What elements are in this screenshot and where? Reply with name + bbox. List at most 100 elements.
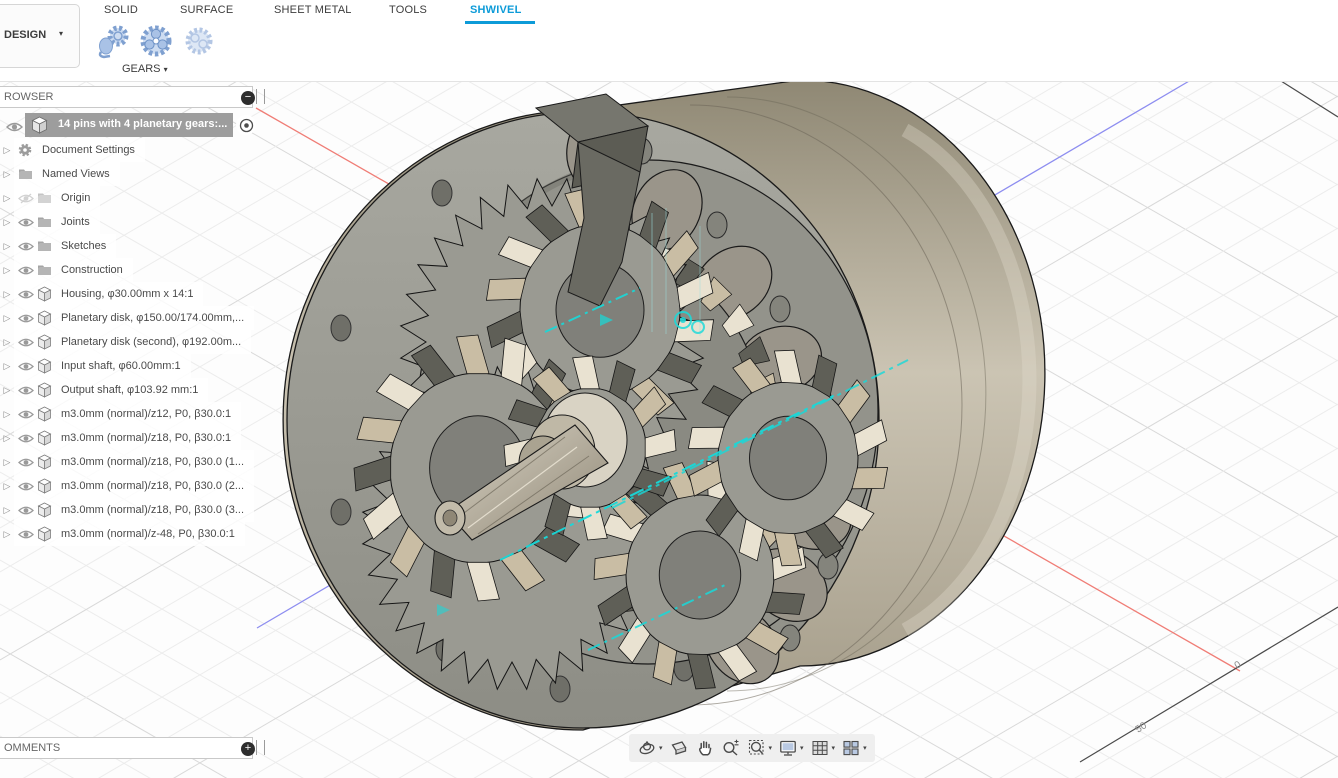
display-settings-tool[interactable]: ▾ [775, 736, 807, 760]
browser-item-label: m3.0mm (normal)/z18, P0, β30.0 (2... [61, 480, 244, 492]
browser-item-m3-0mm-normal-z-48-p0-30-0-1[interactable]: ▷ m3.0mm (normal)/z-48, P0, β30.0:1 [0, 522, 245, 546]
expand-arrow-icon[interactable]: ▷ [0, 361, 14, 372]
visibility-eye-icon[interactable] [5, 120, 24, 138]
visibility-eye-icon[interactable] [18, 313, 37, 324]
browser-item-output-shaft-103-92-mm-1[interactable]: ▷ Output shaft, φ103.92 mm:1 [0, 378, 209, 402]
visibility-eye-icon[interactable] [18, 193, 37, 204]
worm-gear-icon[interactable] [95, 22, 131, 65]
pan-icon [698, 741, 711, 756]
browser-item-m3-0mm-normal-z12-p0-30-0-1[interactable]: ▷ m3.0mm (normal)/z12, P0, β30.0:1 [0, 402, 242, 426]
expand-arrow-icon[interactable]: ▷ [0, 313, 14, 324]
row-strip: m3.0mm (normal)/z12, P0, β30.0:1 [14, 402, 242, 426]
visibility-eye-icon[interactable] [18, 265, 37, 276]
browser-item-construction[interactable]: ▷ Construction [0, 258, 133, 282]
browser-item-planetary-disk-150-00-174-00mm[interactable]: ▷ Planetary disk, φ150.00/174.00mm,... [0, 306, 255, 330]
browser-drag-grip[interactable] [256, 89, 265, 104]
browser-item-m3-0mm-normal-z18-p0-30-0-2[interactable]: ▷ m3.0mm (normal)/z18, P0, β30.0 (2... [0, 474, 254, 498]
expand-arrow-icon[interactable]: ▷ [0, 193, 14, 204]
expand-arrow-icon[interactable]: ▷ [0, 481, 14, 492]
viewports-tool[interactable]: ▾ [838, 736, 870, 760]
row-strip: m3.0mm (normal)/z18, P0, β30.0 (1... [14, 450, 254, 474]
tab-sheet-metal[interactable]: SHEET METAL [274, 4, 352, 16]
visibility-eye-icon[interactable] [18, 289, 37, 300]
expand-arrow-icon[interactable]: ▷ [0, 505, 14, 516]
view-navigation-toolbar: ▾ ▾ ▾ ▾ ▾ [629, 734, 875, 762]
browser-item-named-views[interactable]: ▷ Named Views [0, 162, 120, 186]
browser-item-housing-30-00mm-x-14-1[interactable]: ▷ Housing, φ30.00mm x 14:1 [0, 282, 204, 306]
zoom-window-tool[interactable]: ▾ [744, 736, 776, 760]
row-strip: Output shaft, φ103.92 mm:1 [14, 378, 209, 402]
visibility-eye-icon[interactable] [18, 457, 37, 468]
body-icon [37, 430, 56, 446]
browser-item-input-shaft-60-00mm-1[interactable]: ▷ Input shaft, φ60.00mm:1 [0, 354, 191, 378]
expand-arrow-icon[interactable]: ▷ [0, 169, 14, 180]
design-menu-button[interactable]: DESIGN ▾ [0, 4, 80, 68]
expand-arrow-icon[interactable]: ▷ [0, 433, 14, 444]
body-icon [37, 382, 56, 398]
expand-arrow-icon[interactable]: ▷ [0, 241, 14, 252]
comments-panel: OMMENTS + [0, 737, 270, 759]
visibility-eye-icon[interactable] [18, 481, 37, 492]
expand-arrow-icon[interactable]: ▷ [0, 385, 14, 396]
browser-item-label: Joints [61, 216, 90, 228]
visibility-eye-icon[interactable] [18, 337, 37, 348]
model-planetary-gearbox[interactable] [282, 79, 1046, 731]
expand-arrow-icon[interactable]: ▷ [0, 409, 14, 420]
zoom-tool[interactable] [718, 736, 744, 760]
visibility-eye-icon[interactable] [18, 433, 37, 444]
browser-item-m3-0mm-normal-z18-p0-30-0-1[interactable]: ▷ m3.0mm (normal)/z18, P0, β30.0 (1... [0, 450, 254, 474]
tab-tools[interactable]: TOOLS [389, 4, 427, 16]
visibility-eye-icon[interactable] [18, 361, 37, 372]
viewports-icon [843, 740, 859, 756]
root-component-name: 14 pins with 4 planetary gears:... [58, 118, 228, 130]
browser-item-m3-0mm-normal-z18-p0-30-0-3[interactable]: ▷ m3.0mm (normal)/z18, P0, β30.0 (3... [0, 498, 254, 522]
planetary-gear-icon[interactable] [137, 22, 175, 65]
expand-arrow-icon[interactable]: ▷ [0, 289, 14, 300]
component-cube-icon [30, 116, 49, 140]
visibility-eye-icon[interactable] [18, 217, 37, 228]
body-icon [37, 406, 56, 422]
browser-item-document-settings[interactable]: ▷ Document Settings [0, 138, 145, 162]
visibility-eye-icon[interactable] [18, 529, 37, 540]
folder-icon [18, 168, 37, 180]
visibility-eye-icon[interactable] [18, 505, 37, 516]
body-icon [37, 310, 56, 326]
browser-item-label: Construction [61, 264, 123, 276]
chevron-down-icon: ▾ [863, 745, 867, 752]
tab-surface[interactable]: SURFACE [180, 4, 233, 16]
browser-item-planetary-disk-second-192-00m[interactable]: ▷ Planetary disk (second), φ192.00m... [0, 330, 252, 354]
orbit-tool[interactable]: ▾ [634, 736, 666, 760]
gear-cluster-icon[interactable] [182, 24, 216, 63]
expand-arrow-icon[interactable]: ▷ [0, 217, 14, 228]
folder-icon [37, 264, 56, 276]
browser-item-sketches[interactable]: ▷ Sketches [0, 234, 117, 258]
tab-solid[interactable]: SOLID [104, 4, 138, 16]
visibility-eye-icon[interactable] [18, 409, 37, 420]
activate-component-radio[interactable] [236, 115, 256, 135]
add-comment-button[interactable]: + [241, 742, 255, 756]
row-strip: Named Views [14, 162, 120, 186]
expand-arrow-icon[interactable]: ▷ [0, 457, 14, 468]
browser-item-label: Planetary disk (second), φ192.00m... [61, 336, 242, 348]
gears-dropdown[interactable]: GEARS ▾ [122, 63, 168, 75]
row-strip: Joints [14, 210, 100, 234]
zoom-icon [723, 739, 739, 756]
expand-arrow-icon[interactable]: ▷ [0, 529, 14, 540]
look-at-tool[interactable] [666, 736, 692, 760]
comments-drag-grip[interactable] [256, 740, 265, 755]
tab-shwivel[interactable]: SHWIVEL [470, 4, 522, 16]
visibility-eye-icon[interactable] [18, 385, 37, 396]
pan-tool[interactable] [692, 736, 718, 760]
browser-item-joints[interactable]: ▷ Joints [0, 210, 100, 234]
browser-root-component[interactable]: 14 pins with 4 planetary gears:... [0, 113, 262, 137]
collapse-browser-button[interactable]: − [241, 91, 255, 105]
visibility-eye-icon[interactable] [18, 241, 37, 252]
expand-arrow-icon[interactable]: ▷ [0, 337, 14, 348]
chevron-down-icon: ▾ [59, 29, 64, 38]
browser-item-m3-0mm-normal-z18-p0-30-0-1[interactable]: ▷ m3.0mm (normal)/z18, P0, β30.0:1 [0, 426, 242, 450]
grid-display-tool[interactable]: ▾ [807, 736, 839, 760]
expand-arrow-icon[interactable]: ▷ [0, 145, 14, 156]
browser-item-origin[interactable]: ▷ Origin [0, 186, 101, 210]
app-header: DESIGN ▾ SOLID SURFACE SHEET METAL TOOLS SHW… [0, 0, 1338, 82]
expand-arrow-icon[interactable]: ▷ [0, 265, 14, 276]
